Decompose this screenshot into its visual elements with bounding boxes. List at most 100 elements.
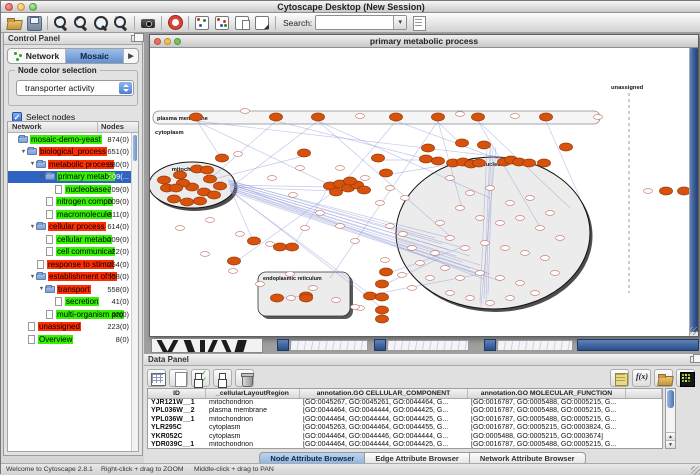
expander-icon[interactable]: ▼ [29, 274, 36, 280]
import-network-icon[interactable] [233, 14, 251, 31]
tree-row[interactable]: cell communicat22(0) [8, 246, 131, 259]
network-node-small[interactable] [456, 112, 465, 117]
tree-row[interactable]: nucleobase-209(0) [8, 183, 131, 196]
network-node-small[interactable] [536, 226, 545, 231]
column-header[interactable] [626, 389, 662, 398]
network-node-small[interactable] [551, 271, 560, 276]
network-node[interactable] [286, 243, 299, 251]
table-scrollbar[interactable]: ▲ ▼ [665, 388, 676, 449]
network-node-small[interactable] [351, 305, 360, 310]
network-node-small[interactable] [361, 176, 370, 181]
annotation-icon[interactable] [253, 14, 271, 31]
network-node-small[interactable] [446, 291, 455, 296]
table-cell[interactable]: [GO:0044464, GO:0044444, GO:0044425, G..… [300, 407, 468, 415]
table-cell[interactable]: cytoplasm [206, 433, 300, 441]
table-cell[interactable] [626, 441, 662, 449]
network-node[interactable] [380, 169, 393, 177]
network-node[interactable] [473, 159, 486, 167]
network-node[interactable] [540, 113, 553, 121]
network-node[interactable] [330, 188, 343, 196]
tree-row-label[interactable]: primary metabo [57, 172, 115, 181]
network-node-small[interactable] [446, 176, 455, 181]
table-cell[interactable]: [GO:0044464, GO:0044444, GO:0044425, G..… [300, 416, 468, 424]
network-node-small[interactable] [351, 239, 360, 244]
network-node[interactable] [376, 315, 389, 323]
network-view-window[interactable]: primary metabolic process plasma membran… [149, 34, 699, 337]
network-node[interactable] [376, 306, 389, 314]
more-tabs-button[interactable]: ▶ [124, 49, 138, 63]
table-cell[interactable]: YJR121W__1 [148, 399, 206, 407]
table-cell[interactable]: plasma membrane [206, 407, 300, 415]
tree-col-nodes[interactable]: Nodes [98, 122, 138, 132]
expander-icon[interactable]: ▼ [29, 224, 36, 230]
network-window-titlebar[interactable]: primary metabolic process [150, 35, 698, 48]
network-node-small[interactable] [266, 242, 275, 247]
select-attributes-button[interactable] [191, 369, 210, 387]
tree-row[interactable]: unassigned223(0) [8, 321, 131, 334]
background-window-titlebar[interactable] [374, 339, 386, 351]
network-node[interactable] [168, 195, 181, 203]
network-node[interactable] [660, 187, 673, 195]
network-node-small[interactable] [381, 258, 390, 263]
tree-scrollbar[interactable] [131, 133, 138, 451]
network-node-small[interactable] [399, 232, 408, 237]
tree-row-label[interactable]: mosaic-demo-yeast [30, 135, 102, 144]
network-node-small[interactable] [408, 246, 417, 251]
network-node-small[interactable] [301, 226, 310, 231]
network-node-small[interactable] [461, 246, 470, 251]
table-cell[interactable]: mitochondrion [206, 416, 300, 424]
network-canvas[interactable]: plasma membranecytoplasmmitochondrionnuc… [150, 48, 689, 336]
scroll-down-icon[interactable]: ▼ [666, 440, 675, 448]
table-cell[interactable]: mitochondrion [206, 399, 300, 407]
network-node-small[interactable] [176, 226, 185, 231]
network-node[interactable] [170, 184, 183, 192]
network-node-small[interactable] [236, 232, 245, 237]
zoom-fit-icon[interactable]: ▫ [112, 14, 130, 31]
new-network-icon[interactable] [213, 14, 231, 31]
network-node-small[interactable] [501, 246, 510, 251]
tree-row[interactable]: ▼transport558(0) [8, 283, 131, 296]
network-node[interactable] [380, 268, 393, 276]
tree-row-label[interactable]: Overview [38, 335, 73, 344]
tree-row-label[interactable]: cellular process [48, 222, 106, 231]
network-node-small[interactable] [466, 191, 475, 196]
network-node-small[interactable] [426, 276, 435, 281]
search-input[interactable] [316, 16, 392, 29]
heatmap-button[interactable] [676, 369, 695, 387]
window-resize-grip-icon[interactable] [689, 327, 697, 335]
table-cell[interactable] [626, 416, 662, 424]
tree-row-label[interactable]: response to stimul [47, 260, 114, 269]
snapshot-icon[interactable] [139, 14, 157, 31]
network-node-small[interactable] [556, 236, 565, 241]
background-window-titlebar[interactable] [277, 339, 289, 351]
table-cell[interactable]: YPL036W__1 [148, 416, 206, 424]
tree-row-label[interactable]: nucleobase- [65, 185, 111, 194]
network-node-small[interactable] [466, 296, 475, 301]
tree-row[interactable]: ▼metabolic process280(0) [8, 158, 131, 171]
background-window-sliver[interactable] [387, 340, 469, 351]
delete-attribute-button[interactable] [235, 369, 254, 387]
network-node[interactable] [344, 177, 357, 185]
network-node-small[interactable] [496, 276, 505, 281]
network-node[interactable] [181, 198, 194, 206]
table-cell[interactable] [626, 407, 662, 415]
table-cell[interactable] [626, 424, 662, 432]
network-node-small[interactable] [336, 166, 345, 171]
network-node-small[interactable] [456, 206, 465, 211]
tree-col-network[interactable]: Network [8, 122, 98, 132]
network-node-small[interactable] [286, 272, 295, 277]
background-window-sliver[interactable] [290, 340, 368, 351]
background-window-sliver[interactable] [497, 340, 573, 351]
network-node[interactable] [214, 182, 227, 190]
network-node-small[interactable] [594, 115, 603, 120]
table-cell[interactable]: [GO:0016787, GO:0005488, GO:0005215, G..… [468, 407, 626, 415]
background-window-content[interactable] [151, 338, 263, 353]
network-node[interactable] [478, 141, 491, 149]
network-node-small[interactable] [456, 276, 465, 281]
network-node[interactable] [194, 197, 207, 205]
tree-row[interactable]: nitrogen compo209(0) [8, 196, 131, 209]
network-node-small[interactable] [436, 221, 445, 226]
column-header[interactable]: ID [148, 389, 206, 398]
network-node-small[interactable] [516, 281, 525, 286]
zoom-selected-icon[interactable] [92, 14, 110, 31]
